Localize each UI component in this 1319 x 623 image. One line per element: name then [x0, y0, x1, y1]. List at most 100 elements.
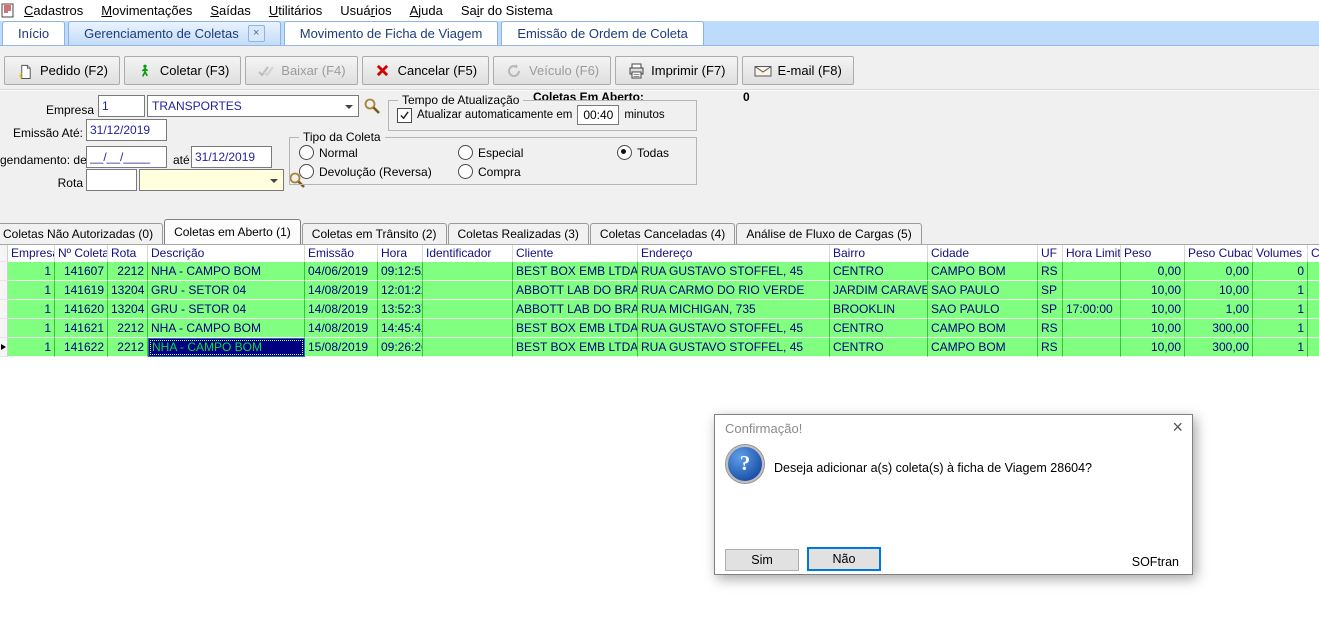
toolbar-button-coletar-f3[interactable]: Coletar (F3) — [123, 56, 242, 85]
close-tab-icon[interactable]: × — [247, 25, 265, 42]
menu-item-ajuda[interactable]: Ajuda — [401, 0, 452, 21]
radio-devolu-o-reversa[interactable]: Devolução (Reversa) — [299, 164, 432, 179]
grid-tab-coletas-em-aberto-1[interactable]: Coletas em Aberto (1) — [164, 219, 301, 244]
cell[interactable]: CENTRO — [830, 262, 928, 281]
cell[interactable]: SAO PAULO — [928, 300, 1038, 319]
column-header-identificador[interactable]: Identificador — [423, 245, 513, 262]
cell[interactable]: 10,00 — [1185, 281, 1253, 300]
rota-combobox[interactable] — [139, 169, 284, 191]
cell[interactable]: 1 — [1253, 319, 1308, 338]
cell[interactable]: 14/08/2019 — [305, 300, 378, 319]
column-header-n-coleta[interactable]: Nº Coleta — [55, 245, 108, 262]
menu-item-usu-rios[interactable]: Usuários — [331, 0, 400, 21]
cell[interactable]: 1 — [8, 281, 55, 300]
cell[interactable] — [423, 338, 513, 357]
menu-item-movimenta-es[interactable]: Movimentações — [92, 0, 201, 21]
cell[interactable]: 13204 — [108, 300, 148, 319]
column-header-peso-cubado[interactable]: Peso Cubado — [1185, 245, 1253, 262]
column-header-c[interactable]: C — [1308, 245, 1319, 262]
cell[interactable]: 15/08/2019 — [305, 338, 378, 357]
table-row[interactable]: 1 141620 13204 GRU - SETOR 04 14/08/2019 13:5… — [0, 300, 1319, 319]
cell[interactable]: RUA GUSTAVO STOFFEL, 45 — [638, 319, 830, 338]
cell[interactable]: 14/08/2019 — [305, 281, 378, 300]
cell[interactable] — [1063, 262, 1121, 281]
cell[interactable]: 14:45:42 — [378, 319, 423, 338]
cell[interactable]: 09:26:26 — [378, 338, 423, 357]
cell[interactable]: RS — [1038, 262, 1063, 281]
grid-tab-an-lise-de-fluxo-de-cargas-5[interactable]: Análise de Fluxo de Cargas (5) — [736, 223, 922, 244]
cell[interactable]: 300,00 — [1185, 338, 1253, 357]
cell[interactable]: ABBOTT LAB DO BRASI — [513, 281, 638, 300]
cell[interactable]: 141622 — [55, 338, 108, 357]
cell[interactable]: 10,00 — [1121, 300, 1185, 319]
menu-item-cadastros[interactable]: Cadastros — [15, 0, 92, 21]
cell[interactable] — [1308, 262, 1319, 281]
cell[interactable]: GRU - SETOR 04 — [148, 300, 305, 319]
menu-item-utilit-rios[interactable]: Utilitários — [260, 0, 331, 21]
table-row[interactable]: 1 141622 2212 NHA - CAMPO BOM 15/08/2019 09:2… — [0, 338, 1319, 357]
menu-item-sair-do-sistema[interactable]: Sair do Sistema — [452, 0, 562, 21]
cell[interactable]: 1,00 — [1185, 300, 1253, 319]
cell[interactable]: CENTRO — [830, 338, 928, 357]
cell[interactable]: SAO PAULO — [928, 281, 1038, 300]
empresa-combobox[interactable]: TRANSPORTES — [147, 95, 359, 117]
cell[interactable]: SP — [1038, 300, 1063, 319]
cell[interactable]: CENTRO — [830, 319, 928, 338]
cell[interactable] — [1308, 319, 1319, 338]
cell[interactable]: ABBOTT LAB DO BRASI — [513, 300, 638, 319]
row-selector[interactable] — [0, 338, 8, 357]
cell[interactable]: RUA GUSTAVO STOFFEL, 45 — [638, 262, 830, 281]
cell[interactable] — [423, 262, 513, 281]
cell[interactable]: 10,00 — [1121, 281, 1185, 300]
column-header-uf[interactable]: UF — [1038, 245, 1063, 262]
cell[interactable] — [423, 300, 513, 319]
grid-tab-coletas-realizadas-3[interactable]: Coletas Realizadas (3) — [447, 223, 589, 244]
cell[interactable]: 13204 — [108, 281, 148, 300]
window-tab-gerenciamento-de-coletas[interactable]: Gerenciamento de Coletas × — [68, 21, 281, 45]
cell[interactable]: 2212 — [108, 319, 148, 338]
cell[interactable]: 1 — [1253, 300, 1308, 319]
column-header-emiss-o[interactable]: Emissão — [305, 245, 378, 262]
grid-tab-coletas-n-o-autorizadas-0[interactable]: Coletas Não Autorizadas (0) — [0, 223, 164, 244]
radio-especial[interactable]: Especial — [458, 145, 523, 160]
row-selector[interactable] — [0, 300, 8, 319]
empresa-code-input[interactable] — [98, 95, 145, 117]
toolbar-button-e-mail-f8[interactable]: E-mail (F8) — [741, 56, 854, 85]
cell[interactable]: RUA CARMO DO RIO VERDE — [638, 281, 830, 300]
cell[interactable]: 0,00 — [1185, 262, 1253, 281]
cell[interactable]: 13:52:37 — [378, 300, 423, 319]
cell[interactable]: CAMPO BOM — [928, 262, 1038, 281]
dialog-close-icon[interactable]: × — [1172, 417, 1183, 437]
cell[interactable] — [1063, 338, 1121, 357]
radio-compra[interactable]: Compra — [458, 164, 521, 179]
radio-normal[interactable]: Normal — [299, 145, 358, 160]
column-header-empresa[interactable]: Empresa — [8, 245, 55, 262]
cell[interactable]: 1 — [8, 300, 55, 319]
cell[interactable]: GRU - SETOR 04 — [148, 281, 305, 300]
column-header-bairro[interactable]: Bairro — [830, 245, 928, 262]
cell[interactable]: 04/06/2019 — [305, 262, 378, 281]
column-header-endere-o[interactable]: Endereço — [638, 245, 830, 262]
cell[interactable]: BEST BOX EMB LTDA — [513, 262, 638, 281]
radio-todas[interactable]: Todas — [617, 145, 669, 160]
agendamento-ate-input[interactable] — [191, 146, 272, 168]
cell[interactable]: 141619 — [55, 281, 108, 300]
table-row[interactable]: 1 141607 2212 NHA - CAMPO BOM 04/06/2019 09:1… — [0, 262, 1319, 281]
menu-item-sa-das[interactable]: Saídas — [201, 0, 259, 21]
cell[interactable]: BEST BOX EMB LTDA — [513, 338, 638, 357]
column-header-hora-limite[interactable]: Hora Limite — [1063, 245, 1121, 262]
window-tab-in-cio[interactable]: Início — [2, 21, 66, 45]
cell[interactable]: 2212 — [108, 338, 148, 357]
nao-button[interactable]: Não — [807, 547, 881, 571]
cell[interactable]: 1 — [8, 319, 55, 338]
cell[interactable]: 17:00:00 — [1063, 300, 1121, 319]
cell[interactable] — [1063, 281, 1121, 300]
cell[interactable]: NHA - CAMPO BOM — [148, 262, 305, 281]
window-tab-emiss-o-de-ordem-de-coleta[interactable]: Emissão de Ordem de Coleta — [501, 21, 704, 45]
column-header-peso[interactable]: Peso — [1121, 245, 1185, 262]
column-header-volumes[interactable]: Volumes — [1253, 245, 1308, 262]
toolbar-button-pedido-f2[interactable]: Pedido (F2) — [4, 56, 120, 85]
toolbar-button-cancelar-f5[interactable]: Cancelar (F5) — [361, 56, 490, 85]
column-header-cliente[interactable]: Cliente — [513, 245, 638, 262]
column-header-hora[interactable]: Hora — [378, 245, 423, 262]
